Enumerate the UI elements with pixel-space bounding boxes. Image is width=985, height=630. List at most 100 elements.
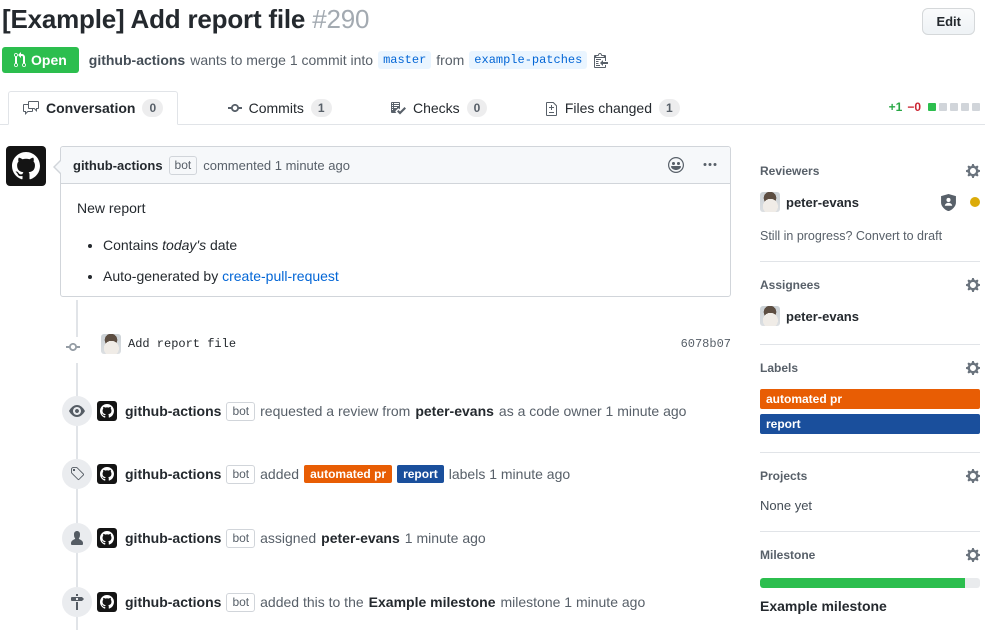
label-chip-automated-pr[interactable]: automated pr [304,465,392,483]
event-text: added [260,466,299,482]
kebab-menu-icon[interactable] [702,157,718,173]
smiley-reaction-icon[interactable] [668,157,684,173]
gear-icon[interactable] [966,468,980,484]
diffstat-block [972,103,980,111]
avatar[interactable] [6,146,46,186]
git-commit-icon [228,100,242,116]
assignee-name-link[interactable]: peter-evans [786,309,859,324]
avatar[interactable] [760,306,780,326]
event-actor-link[interactable]: github-actions [125,594,221,610]
pr-title-text: [Example] Add report file [2,4,305,34]
comment-intro: New report [77,198,714,219]
comment-caret [53,159,61,175]
event-text: added this to the [260,594,364,610]
diffstat[interactable]: +1 −0 [889,100,980,114]
bot-badge: bot [226,529,255,548]
event-text: assigned [260,530,316,546]
comment-author-link[interactable]: github-actions [73,158,163,173]
copy-branch-icon[interactable] [594,52,608,68]
avatar[interactable] [101,334,121,354]
gear-icon[interactable] [966,277,980,293]
base-branch-label[interactable]: master [378,51,431,69]
diffstat-block [961,103,969,111]
edit-button[interactable]: Edit [922,8,975,35]
avatar[interactable] [97,464,117,484]
comment-card: github-actions bot commented 1 minute ag… [60,146,731,297]
eye-icon [62,396,92,426]
merge-text: wants to merge 1 commit into [190,52,373,68]
bot-badge: bot [226,593,255,612]
comment-timestamp[interactable]: commented 1 minute ago [203,158,350,173]
bot-badge: bot [226,465,255,484]
avatar[interactable] [760,192,780,212]
milestone-progress-fill [760,578,965,588]
timeline-event-labels-added: github-actions bot added automated pr re… [62,459,735,489]
pr-author-link[interactable]: github-actions [89,52,185,68]
assignees-section: Assignees peter-evans [760,277,980,345]
tab-counter: 0 [142,99,163,117]
commit-sha-link[interactable]: 6078b07 [681,337,731,351]
assignees-heading: Assignees [760,278,820,292]
milestone-section: Milestone Example milestone [760,547,980,630]
event-user-link[interactable]: peter-evans [321,530,400,546]
gear-icon[interactable] [966,547,980,563]
comment-discussion-icon [23,100,39,116]
head-branch-label[interactable]: example-patches [469,51,587,69]
page-title: [Example] Add report file #290 [2,4,369,35]
timeline-event-assigned: github-actions bot assigned peter-evans … [62,523,735,553]
event-timestamp[interactable]: 1 minute ago [405,530,486,546]
timeline-event-review-requested: github-actions bot requested a review fr… [62,396,735,426]
tab-label: Commits [249,100,304,116]
tab-files-changed[interactable]: Files changed 1 [531,91,695,125]
projects-heading: Projects [760,469,807,483]
milestone-progress-bar [760,578,980,588]
tab-counter: 1 [659,99,680,117]
code-owner-shield-icon [941,194,956,211]
projects-empty-text: None yet [760,498,980,513]
avatar[interactable] [97,401,117,421]
tag-icon [62,459,92,489]
convert-to-draft-link[interactable]: Convert to draft [856,229,942,243]
label-report[interactable]: report [760,414,980,434]
tab-commits[interactable]: Commits 1 [213,91,347,125]
bot-badge: bot [226,402,255,421]
gear-icon[interactable] [966,360,980,376]
event-timestamp[interactable]: as a code owner 1 minute ago [499,403,687,419]
pr-state-badge: Open [2,47,79,73]
commit-message-link[interactable]: Add report file [128,337,236,351]
event-text: requested a review from [260,403,410,419]
diffstat-deletions: −0 [907,100,921,114]
diffstat-additions: +1 [889,100,903,114]
create-pull-request-link[interactable]: create-pull-request [222,268,339,284]
tab-checks[interactable]: Checks 0 [375,91,502,125]
comment-header: github-actions bot commented 1 minute ag… [61,147,730,184]
event-timestamp[interactable]: labels 1 minute ago [449,466,570,482]
label-automated-pr[interactable]: automated pr [760,389,980,409]
event-timestamp[interactable]: milestone 1 minute ago [500,594,645,610]
gear-icon[interactable] [966,163,980,179]
avatar[interactable] [97,528,117,548]
event-milestone-link[interactable]: Example milestone [369,594,496,610]
pr-state-label: Open [31,52,67,68]
milestone-name-link[interactable]: Example milestone [760,598,980,614]
pending-review-dot [970,197,980,207]
tab-label: Checks [413,100,460,116]
labels-section: Labels automated pr report [760,360,980,453]
avatar[interactable] [97,592,117,612]
event-actor-link[interactable]: github-actions [125,403,221,419]
timeline-event-milestoned: github-actions bot added this to the Exa… [62,587,735,617]
reviewers-section: Reviewers peter-evans Still in progress?… [760,155,980,262]
bot-badge: bot [169,156,198,175]
label-chip-report[interactable]: report [397,465,444,483]
pull-request-page: [Example] Add report file #290 Edit Open… [0,0,985,630]
commit-row: Add report file 6078b07 [0,333,735,359]
event-actor-link[interactable]: github-actions [125,530,221,546]
event-actor-link[interactable]: github-actions [125,466,221,482]
convert-to-draft-note: Still in progress? Convert to draft [760,229,980,243]
pr-number: #290 [312,4,369,34]
pr-meta-text: github-actions wants to merge 1 commit i… [89,51,614,69]
event-user-link[interactable]: peter-evans [415,403,494,419]
tab-conversation[interactable]: Conversation 0 [8,91,178,125]
reviewer-name-link[interactable]: peter-evans [786,195,859,210]
pr-sidebar: Reviewers peter-evans Still in progress?… [760,155,980,630]
